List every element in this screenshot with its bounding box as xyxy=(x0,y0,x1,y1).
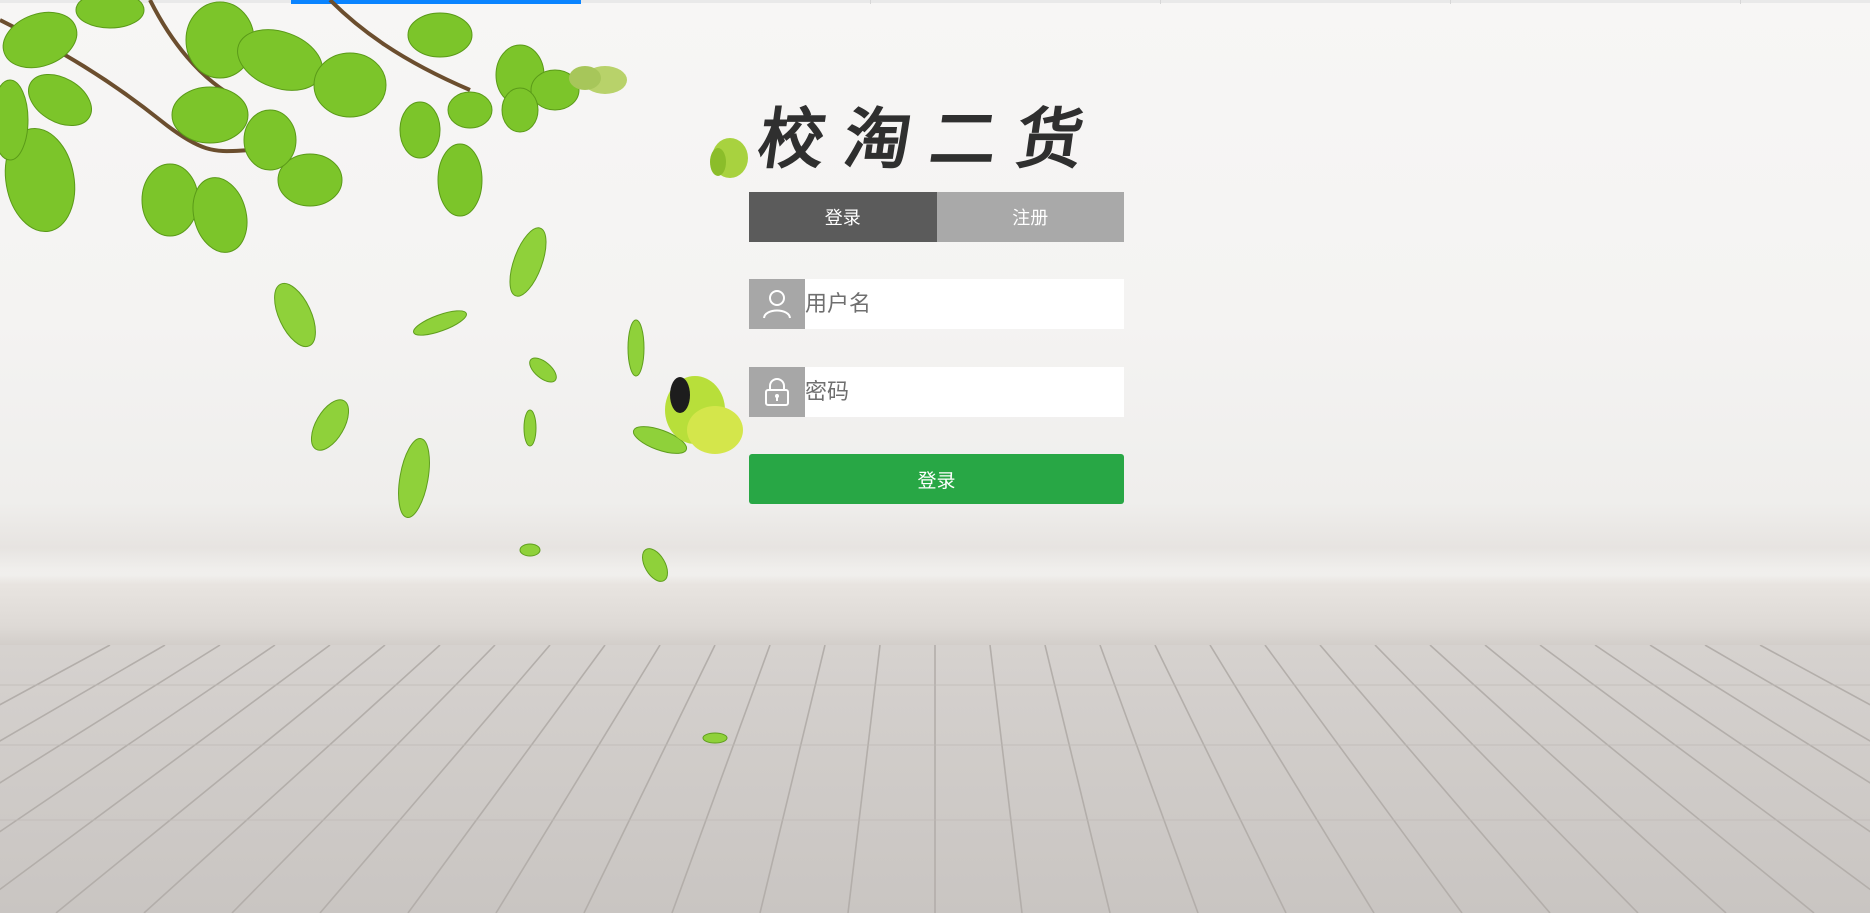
branch-icon xyxy=(0,0,471,154)
wall-shadow xyxy=(0,570,1870,650)
wooden-floor xyxy=(0,645,1870,913)
lock-icon xyxy=(749,367,805,417)
butterfly-icon xyxy=(569,66,748,454)
top-divider xyxy=(1740,0,1741,4)
user-icon xyxy=(749,279,805,329)
username-input[interactable] xyxy=(805,280,1105,328)
floor-planks xyxy=(0,645,1870,913)
top-divider xyxy=(870,0,871,4)
app-logo-title: 校淘二货 xyxy=(753,100,1109,178)
auth-tabs: 登录 注册 xyxy=(749,192,1124,242)
top-divider xyxy=(1160,0,1161,4)
username-field xyxy=(749,279,1124,329)
leaf-cluster xyxy=(0,0,580,253)
password-field xyxy=(749,367,1124,417)
tab-login[interactable]: 登录 xyxy=(749,192,937,242)
login-submit-button[interactable]: 登录 xyxy=(749,454,1124,504)
tab-register[interactable]: 注册 xyxy=(936,192,1124,242)
login-page: 校淘二货 登录 注册 登录 xyxy=(0,0,1870,913)
top-progress-bar xyxy=(291,0,581,4)
password-input[interactable] xyxy=(805,368,1105,416)
top-progress-track xyxy=(0,0,1870,3)
top-divider xyxy=(1450,0,1451,4)
